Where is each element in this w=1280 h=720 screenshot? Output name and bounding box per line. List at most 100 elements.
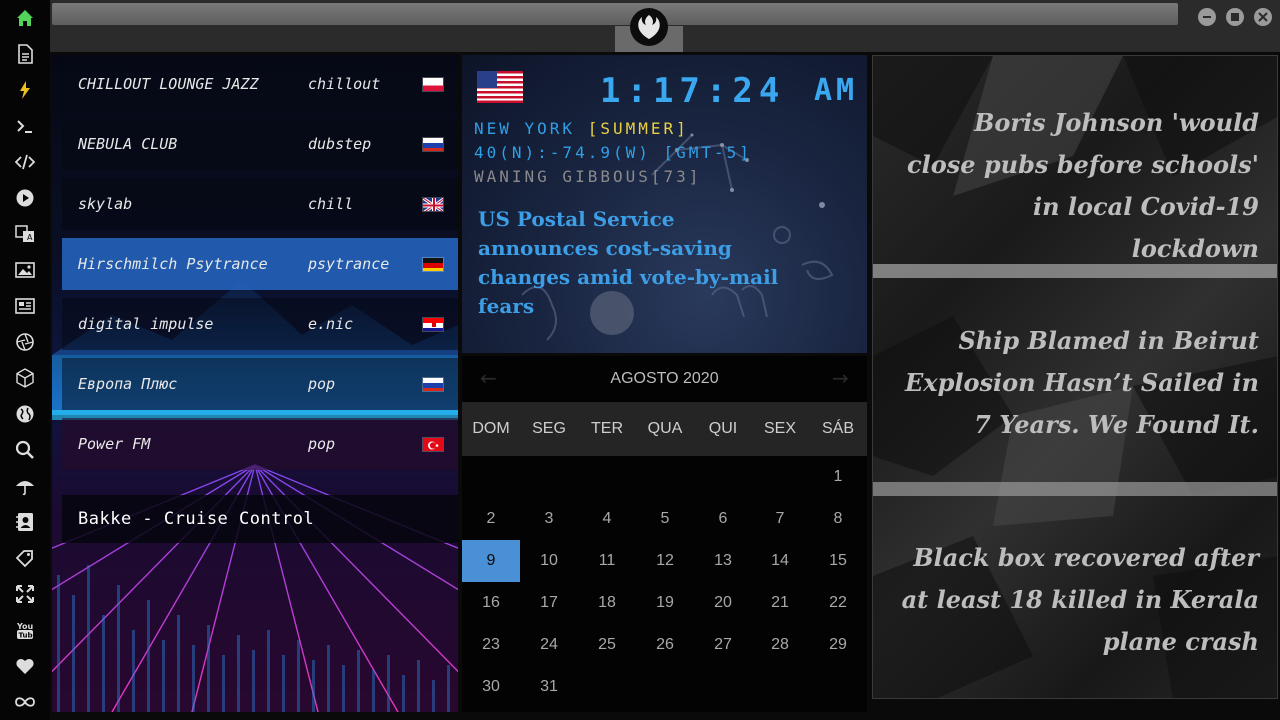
now-playing: Bakke - Cruise Control (62, 495, 458, 543)
clock-panel: 1:17:24 AM NEW YORK [SUMMER] 40(N):-74.9… (462, 55, 867, 353)
aperture-icon[interactable] (13, 330, 37, 354)
season-label: [SUMMER] (587, 119, 689, 138)
maximize-button[interactable] (1226, 8, 1244, 26)
weekday-label: SEG (532, 420, 566, 437)
minimize-button[interactable] (1198, 8, 1216, 26)
calendar-day[interactable]: 21 (751, 582, 809, 624)
contact-icon[interactable] (13, 510, 37, 534)
station-genre: pop (308, 435, 336, 453)
infinity-icon[interactable] (13, 690, 37, 714)
play-icon[interactable] (13, 186, 37, 210)
clock-time: 1:17:24 (600, 71, 786, 111)
flag-uk-icon (422, 196, 444, 212)
calendar-day[interactable]: 10 (520, 540, 578, 582)
calendar-day[interactable]: 17 (520, 582, 578, 624)
file-icon[interactable] (13, 42, 37, 66)
station-name: skylab (78, 195, 133, 213)
calendar-day[interactable]: 6 (694, 498, 752, 540)
calendar-day[interactable]: 4 (578, 498, 636, 540)
calendar-day[interactable]: 31 (520, 666, 578, 708)
news-item[interactable]: Ship Blamed in Beirut Explosion Hasn’t S… (899, 320, 1259, 446)
weekday-label: TER (591, 420, 623, 437)
svg-text:A: A (27, 233, 33, 242)
coordinates: 40(N):-74.9(W) [GMT-5] (474, 143, 752, 162)
flag-russia-icon (422, 136, 444, 152)
calendar-day[interactable]: 28 (751, 624, 809, 666)
calendar-day[interactable]: 2 (462, 498, 520, 540)
calendar-day[interactable]: 30 (462, 666, 520, 708)
calendar-day[interactable]: 13 (694, 540, 752, 582)
news-headline[interactable]: US Postal Service announces cost-saving … (478, 205, 788, 321)
calendar-day[interactable]: 20 (694, 582, 752, 624)
calendar: ← AGOSTO 2020 → DOM SEG TER QUA QUI SEX … (462, 356, 867, 712)
station-name: Hirschmilch Psytrance (78, 255, 268, 273)
calendar-day[interactable]: 26 (636, 624, 694, 666)
translate-icon[interactable]: A (13, 222, 37, 246)
svg-text:You: You (16, 622, 34, 631)
search-icon[interactable] (13, 438, 37, 462)
rebel-alliance-logo[interactable] (630, 8, 668, 46)
calendar-day[interactable]: 29 (809, 624, 867, 666)
calendar-day-selected[interactable]: 9 (462, 540, 520, 582)
tag-icon[interactable] (13, 546, 37, 570)
calendar-day[interactable]: 16 (462, 582, 520, 624)
weekday-header: DOM SEG TER QUA QUI SEX SÁB (462, 402, 867, 456)
station-row[interactable]: CHILLOUT LOUNGE JAZZ chillout (62, 58, 458, 110)
youtube-icon[interactable]: You Tube (13, 618, 37, 642)
news-item[interactable]: Black box recovered after at least 18 ki… (899, 537, 1259, 663)
umbrella-icon[interactable] (13, 474, 37, 498)
location-line: NEW YORK [SUMMER] (474, 119, 689, 138)
address-bar[interactable] (52, 3, 1178, 25)
heart-icon[interactable] (13, 654, 37, 678)
calendar-day[interactable]: 18 (578, 582, 636, 624)
image-icon[interactable] (13, 258, 37, 282)
svg-text:Tube: Tube (19, 632, 36, 640)
rebel-logo-icon (638, 15, 660, 39)
station-genre: psytrance (308, 255, 390, 273)
radio-panel: CHILLOUT LOUNGE JAZZ chillout NEBULA CLU… (52, 55, 458, 712)
station-row-active[interactable]: Hirschmilch Psytrance psytrance (62, 238, 458, 290)
station-row[interactable]: skylab chill (62, 178, 458, 230)
calendar-day[interactable]: 23 (462, 624, 520, 666)
calendar-header: ← AGOSTO 2020 → (462, 356, 867, 402)
weekday-label: QUA (647, 420, 683, 437)
close-button[interactable] (1254, 8, 1272, 26)
calendar-day[interactable]: 27 (694, 624, 752, 666)
app-sidebar: A You Tube (0, 0, 50, 720)
cube-icon[interactable] (13, 366, 37, 390)
lightning-icon[interactable] (13, 78, 37, 102)
calendar-day[interactable]: 15 (809, 540, 867, 582)
station-genre: pop (308, 375, 336, 393)
calendar-day[interactable]: 3 (520, 498, 578, 540)
calendar-day[interactable]: 19 (636, 582, 694, 624)
station-row[interactable]: Power FM pop (62, 418, 458, 470)
calendar-day[interactable]: 22 (809, 582, 867, 624)
station-row[interactable]: Европа Плюс pop (62, 358, 458, 410)
calendar-day[interactable]: 1 (809, 456, 867, 498)
calendar-day[interactable]: 7 (751, 498, 809, 540)
calendar-day[interactable]: 24 (520, 624, 578, 666)
station-genre: chillout (308, 75, 381, 93)
calendar-day[interactable]: 11 (578, 540, 636, 582)
station-genre: chill (308, 195, 354, 213)
home-icon[interactable] (13, 6, 37, 30)
calendar-day[interactable]: 25 (578, 624, 636, 666)
news-item[interactable]: Boris Johnson 'would close pubs before s… (899, 102, 1259, 270)
clock-ampm: AM (814, 73, 859, 108)
station-genre: e.nic (308, 315, 354, 333)
news-icon[interactable] (13, 294, 37, 318)
weekday-label: DOM (472, 420, 510, 437)
calendar-day[interactable]: 8 (809, 498, 867, 540)
news-panel: Boris Johnson 'would close pubs before s… (872, 55, 1278, 699)
flag-germany-icon (422, 256, 444, 272)
calendar-day[interactable]: 14 (751, 540, 809, 582)
expand-icon[interactable] (13, 582, 37, 606)
station-row[interactable]: digital impulse e.nic (62, 298, 458, 350)
calendar-day[interactable]: 12 (636, 540, 694, 582)
station-row[interactable]: NEBULA CLUB dubstep (62, 118, 458, 170)
calendar-day[interactable]: 5 (636, 498, 694, 540)
code-icon[interactable] (13, 150, 37, 174)
next-month-button[interactable]: → (832, 366, 849, 390)
globe-icon[interactable] (13, 402, 37, 426)
terminal-icon[interactable] (13, 114, 37, 138)
